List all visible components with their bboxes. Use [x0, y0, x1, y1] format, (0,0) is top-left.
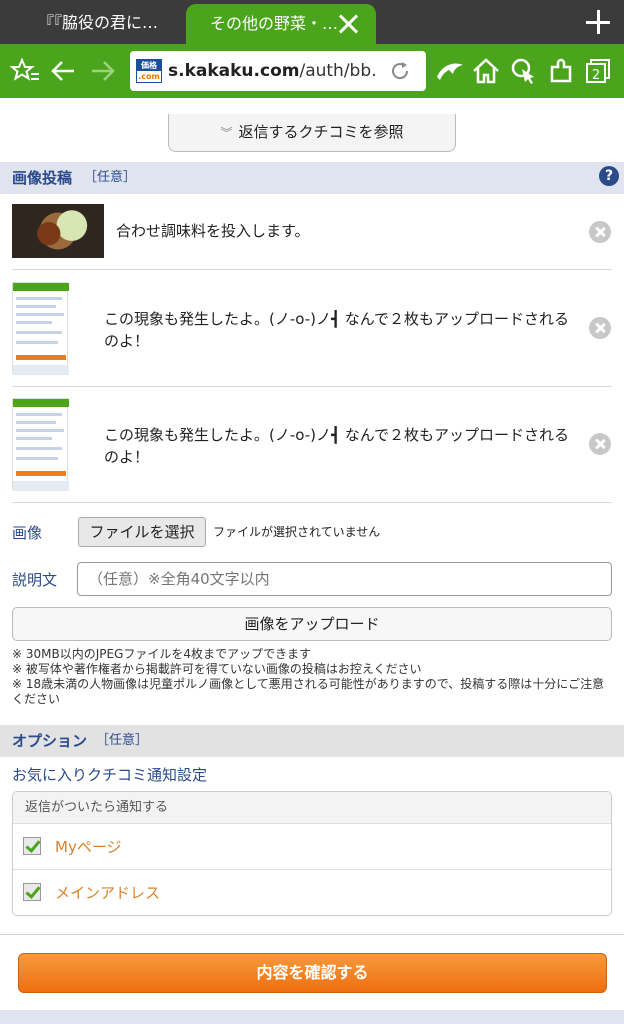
image-section-header: 画像投稿 ［任意］	[0, 162, 624, 194]
bookmark-star-icon[interactable]	[10, 55, 42, 87]
upload-note: ※ 18歳未満の人物画像は児童ポルノ画像として悪用される可能性がありますので、投…	[12, 677, 605, 706]
url-text[interactable]: s.kakaku.com/auth/bb…	[168, 51, 378, 91]
url-path: /auth/bb…	[299, 61, 378, 81]
upload-note: ※ 30MB以内のJPEGファイルを4枚までアップできます	[12, 647, 312, 661]
image-thumbnail	[12, 282, 69, 375]
addons-puzzle-icon[interactable]	[546, 55, 578, 87]
tabs-count-icon[interactable]: 2	[582, 55, 614, 87]
reply-button-label: 返信するクチコミを参照	[238, 123, 404, 141]
upload-note: ※ 被写体や著作権者から掲載許可を得ていない画像の投稿はお控えください	[12, 662, 422, 676]
url-bar[interactable]: 価格 .com s.kakaku.com/auth/bb…	[130, 51, 426, 91]
choose-file-button[interactable]: ファイルを選択	[78, 517, 206, 547]
uploaded-image-row: 合わせ調味料を投入します。	[12, 204, 612, 270]
main-address-checkbox[interactable]	[23, 883, 41, 901]
home-icon[interactable]	[470, 55, 502, 87]
url-domain: s.kakaku.com	[168, 61, 300, 81]
tab-strip: 『『脇役の君に… その他の野菜・…	[0, 0, 624, 44]
upload-image-button[interactable]: 画像をアップロード	[12, 607, 612, 641]
tab-label: その他の野菜・…	[210, 14, 339, 33]
image-caption: この現象も発生したよ。(ノ-o-)ノ┫ なんで２枚もアップロードされるのよ！	[104, 310, 570, 350]
main-address-checkbox-row[interactable]: メインアドレス	[13, 870, 611, 915]
back-arrow-icon[interactable]	[48, 55, 80, 87]
option-section-title: オプション	[12, 732, 88, 750]
tab-label: 『『脇役の君に…	[38, 13, 159, 32]
image-caption: 合わせ調味料を投入します。	[116, 222, 310, 240]
optional-badge: ［任意］	[84, 170, 137, 185]
dolphin-icon[interactable]	[434, 55, 466, 87]
site-favicon: 価格 .com	[136, 59, 162, 83]
image-thumbnail	[12, 398, 69, 491]
description-input[interactable]	[77, 562, 612, 596]
divider	[0, 934, 624, 935]
image-section-title: 画像投稿	[12, 169, 73, 187]
new-tab-icon[interactable]	[586, 10, 610, 34]
optional-badge: ［任意］	[96, 733, 149, 748]
favicon-top-text: 価格	[137, 60, 161, 71]
notify-header: 返信がついたら通知する	[13, 792, 611, 824]
mypage-checkbox-row[interactable]: Myページ	[13, 824, 611, 870]
favorite-notify-title: お気に入りクチコミ通知設定	[12, 766, 208, 784]
option-section-header: オプション ［任意］	[0, 725, 624, 757]
reload-icon[interactable]	[388, 59, 412, 83]
uploaded-image-row: この現象も発生したよ。(ノ-o-)ノ┫ なんで２枚もアップロードされるのよ！	[12, 398, 612, 503]
image-caption: この現象も発生したよ。(ノ-o-)ノ┫ なんで２枚もアップロードされるのよ！	[104, 426, 570, 466]
delete-image-icon[interactable]	[589, 433, 611, 455]
file-status-text: ファイルが選択されていません	[213, 525, 381, 539]
delete-image-icon[interactable]	[589, 221, 611, 243]
delete-image-icon[interactable]	[589, 317, 611, 339]
uploaded-image-row: この現象も発生したよ。(ノ-o-)ノ┫ なんで２枚もアップロードされるのよ！	[12, 282, 612, 387]
image-field-label: 画像	[12, 524, 43, 542]
main-address-checkbox-label[interactable]: メインアドレス	[55, 870, 160, 915]
mypage-checkbox-label[interactable]: Myページ	[55, 824, 122, 870]
tab-inactive[interactable]: 『『脇役の君に…	[0, 0, 190, 44]
gesture-icon[interactable]	[508, 55, 540, 87]
image-thumbnail	[12, 204, 104, 258]
svg-text:2: 2	[592, 68, 600, 83]
favicon-bottom-text: .com	[138, 72, 160, 81]
browser-toolbar: 価格 .com s.kakaku.com/auth/bb… 2	[0, 44, 624, 98]
double-chevron-down-icon: ︾	[220, 126, 233, 140]
description-field-label: 説明文	[12, 571, 58, 589]
notify-settings-box: 返信がついたら通知する Myページ メインアドレス	[12, 791, 612, 916]
bottom-strip	[0, 1010, 624, 1024]
upload-notes: ※ 30MB以内のJPEGファイルを4枚までアップできます ※ 被写体や著作権者…	[12, 647, 612, 707]
mypage-checkbox[interactable]	[23, 837, 41, 855]
close-tab-icon[interactable]	[336, 12, 360, 36]
confirm-content-button[interactable]: 内容を確認する	[18, 953, 607, 993]
help-icon[interactable]: ?	[599, 166, 619, 186]
forward-arrow-icon[interactable]	[86, 55, 118, 87]
view-reply-review-button[interactable]: ︾ 返信するクチコミを参照	[168, 114, 456, 152]
